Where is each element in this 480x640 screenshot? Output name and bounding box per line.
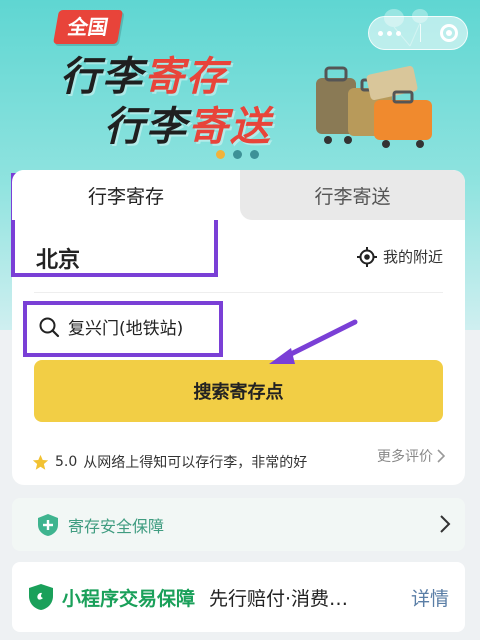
more-reviews-link[interactable]: 更多评价 [377,446,445,466]
nearby-label: 我的附近 [382,248,443,266]
location-search-input[interactable]: 复兴门(地铁站) [34,308,187,345]
divider [34,292,443,293]
review-snippet: 5.0 从网络上得知可以存行李，非常的好 [32,452,307,472]
banner-title-line-2: 行李寄送 [104,94,272,152]
annotation-arrow [269,319,358,364]
carousel-dot[interactable] [216,150,225,159]
more-reviews-label: 更多评价 [377,449,433,465]
guarantee-title: 小程序交易保障 [62,587,196,610]
carousel-dot[interactable] [233,150,242,159]
transaction-guarantee-row[interactable]: 小程序交易保障 先行赔付·消费… 详情 [12,562,465,632]
chevron-right-icon [437,449,445,463]
luggage-illustration [316,66,432,148]
mini-program-capsule [368,16,468,50]
service-tabs: 行李寄存 行李寄送 [12,170,465,220]
shield-plus-icon [38,513,58,536]
shield-icon [29,584,53,610]
banner-line2-red: 寄送 [188,104,272,150]
search-value: 复兴门(地铁站) [68,319,184,339]
chevron-right-icon [440,515,451,533]
review-rating: 5.0 [55,454,78,470]
storage-search-card: 行李寄存 行李寄送 北京 我的附近 复兴门(地铁站) 搜索寄存点 5.0 从网络… [12,170,465,485]
banner-line2-black: 行李 [104,104,188,150]
search-icon [39,317,60,337]
tab-luggage-storage[interactable]: 行李寄存 [12,170,240,220]
guarantee-description: 先行赔付·消费… [209,587,349,610]
safety-label: 寄存安全保障 [68,516,165,536]
review-text: 从网络上得知可以存行李，非常的好 [83,455,308,471]
city-selector[interactable]: 北京 [36,242,80,274]
capsule-divider [419,24,421,42]
tab-luggage-delivery[interactable]: 行李寄送 [240,170,465,220]
close-target-icon[interactable] [439,24,458,42]
carousel-dot[interactable] [250,150,259,159]
nearby-button[interactable]: 我的附近 [356,246,443,267]
storage-safety-row[interactable]: 寄存安全保障 [12,498,465,551]
location-icon [356,246,377,267]
carousel-indicator [216,150,259,159]
banner-tag: 全国 [53,10,123,44]
more-dots-icon[interactable] [378,30,402,36]
search-storage-button[interactable]: 搜索寄存点 [34,360,443,422]
guarantee-detail-link[interactable]: 详情 [411,584,449,611]
star-icon [32,454,49,470]
